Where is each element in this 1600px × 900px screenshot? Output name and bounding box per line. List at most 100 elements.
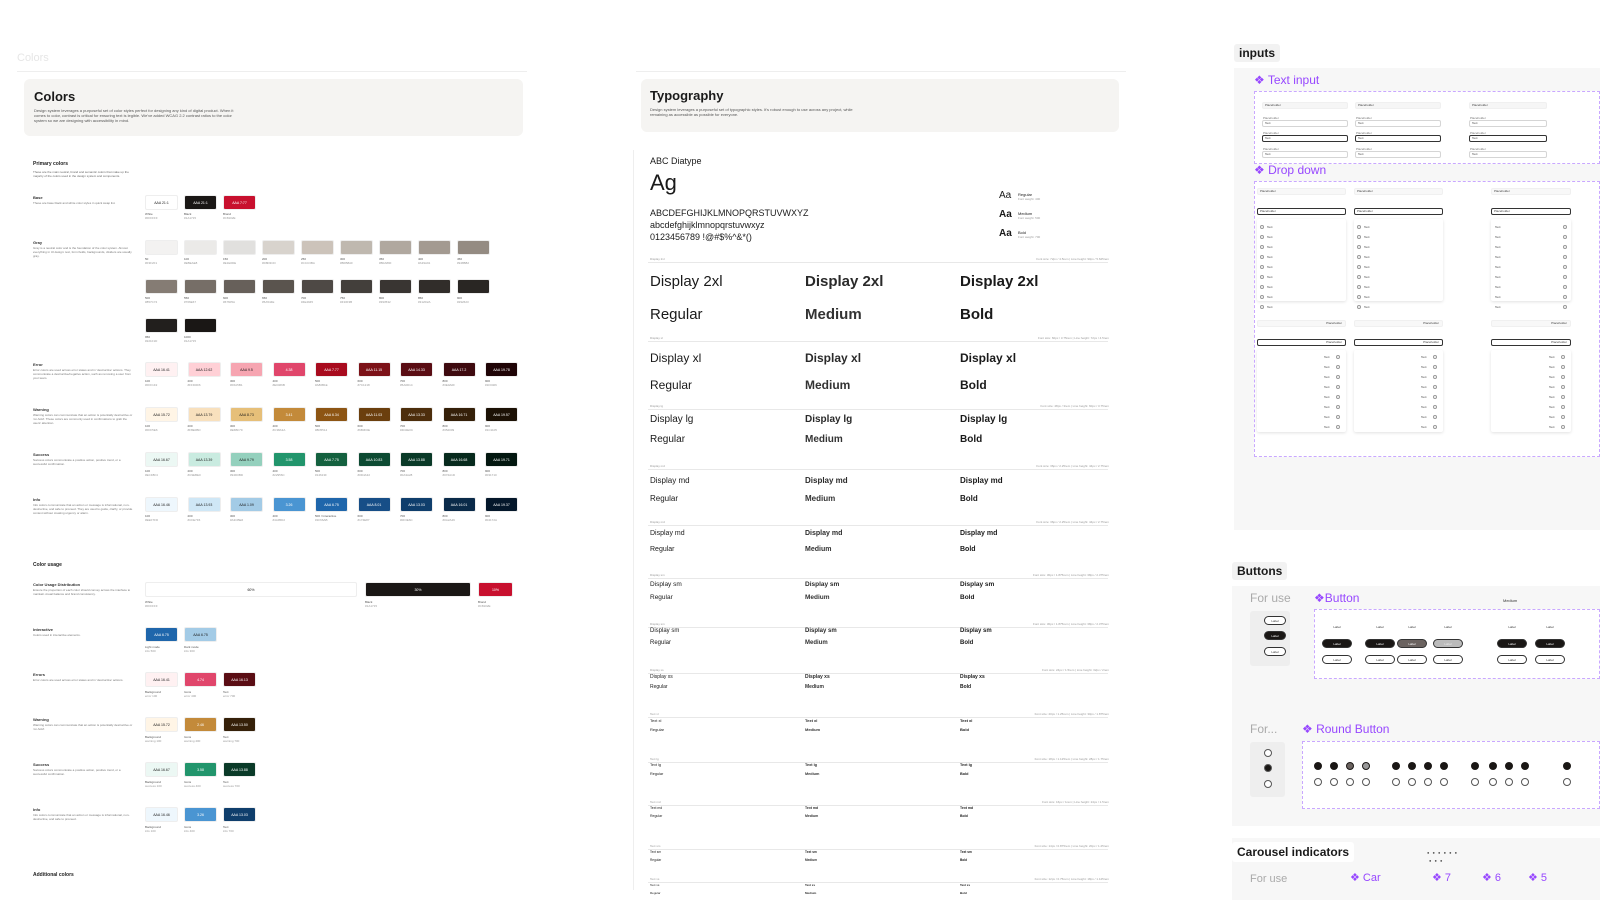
round-button-sample[interactable]	[1505, 746, 1513, 754]
text-input[interactable]: Text	[1262, 151, 1348, 158]
dropdown-select[interactable]: Placeholder	[1257, 339, 1346, 346]
button-sample[interactable]: Label	[1497, 655, 1527, 664]
round-button-sample[interactable]	[1362, 778, 1370, 786]
round-button-sample[interactable]	[1330, 746, 1338, 754]
dropdown-option[interactable]: Text	[1495, 305, 1501, 309]
text-input[interactable]: Text	[1469, 135, 1547, 142]
dropdown-option[interactable]: Text	[1267, 285, 1273, 289]
radio-icon[interactable]	[1336, 355, 1340, 359]
radio-icon[interactable]	[1563, 255, 1567, 259]
dropdown-option[interactable]: Text	[1364, 285, 1370, 289]
radio-icon[interactable]	[1357, 245, 1361, 249]
radio-icon[interactable]	[1433, 365, 1437, 369]
dropdown-option[interactable]: Text	[1267, 275, 1273, 279]
button-sample[interactable]: Label	[1365, 655, 1395, 664]
dropdown-option[interactable]: Text	[1267, 255, 1273, 259]
button-sample[interactable]: Label	[1497, 622, 1527, 631]
dropdown-option[interactable]: Text	[1549, 375, 1555, 379]
radio-icon[interactable]	[1433, 415, 1437, 419]
round-button-sample[interactable]	[1330, 778, 1338, 786]
dropdown-option[interactable]: Text	[1495, 225, 1501, 229]
round-button-sample[interactable]	[1314, 778, 1322, 786]
round-button-sample[interactable]	[1424, 762, 1432, 770]
dropdown-option[interactable]: Text	[1364, 235, 1370, 239]
round-button-sample[interactable]	[1424, 778, 1432, 786]
button-sample[interactable]: Label	[1397, 622, 1427, 631]
round-button-sample[interactable]	[1314, 746, 1322, 754]
dropdown-option[interactable]: Text	[1549, 395, 1555, 399]
text-input[interactable]: Text	[1355, 151, 1441, 158]
dropdown-select[interactable]: Placeholder	[1257, 320, 1346, 327]
dropdown-option[interactable]: Text	[1421, 355, 1427, 359]
text-input[interactable]: Text	[1355, 135, 1441, 142]
dropdown-select[interactable]: Placeholder	[1354, 188, 1443, 195]
button-sample[interactable]: Label	[1322, 655, 1352, 664]
round-button-sample[interactable]	[1408, 762, 1416, 770]
dropdown-select[interactable]: Placeholder	[1354, 339, 1443, 346]
round-button-sample[interactable]	[1392, 746, 1400, 754]
dropdown-select[interactable]: Placeholder	[1354, 320, 1443, 327]
round-button-sample[interactable]	[1505, 762, 1513, 770]
button-sample[interactable]: Label	[1264, 631, 1286, 640]
round-button-sample[interactable]	[1362, 762, 1370, 770]
button-sample[interactable]: Label	[1535, 622, 1565, 631]
radio-icon[interactable]	[1433, 425, 1437, 429]
dropdown-option[interactable]: Text	[1267, 295, 1273, 299]
round-button-sample[interactable]	[1440, 778, 1448, 786]
dropdown-option[interactable]: Text	[1495, 285, 1501, 289]
dropdown-option[interactable]: Text	[1364, 265, 1370, 269]
button-sample[interactable]: Label	[1433, 622, 1463, 631]
dropdown-option[interactable]: Text	[1364, 225, 1370, 229]
dropdown-select[interactable]: Placeholder	[1257, 188, 1346, 195]
radio-icon[interactable]	[1260, 235, 1264, 239]
radio-icon[interactable]	[1563, 285, 1567, 289]
round-button-sample[interactable]	[1440, 762, 1448, 770]
round-button-sample[interactable]	[1471, 746, 1479, 754]
radio-icon[interactable]	[1260, 305, 1264, 309]
button-sample[interactable]: Label	[1535, 639, 1565, 648]
dropdown-option[interactable]: Text	[1324, 385, 1330, 389]
radio-icon[interactable]	[1433, 395, 1437, 399]
radio-icon[interactable]	[1336, 385, 1340, 389]
round-button-sample[interactable]	[1264, 764, 1272, 772]
round-button-sample[interactable]	[1521, 762, 1529, 770]
radio-icon[interactable]	[1563, 245, 1567, 249]
dropdown-option[interactable]: Text	[1324, 425, 1330, 429]
radio-icon[interactable]	[1563, 235, 1567, 239]
round-button-sample[interactable]	[1346, 762, 1354, 770]
dropdown-option[interactable]: Text	[1421, 405, 1427, 409]
radio-icon[interactable]	[1336, 425, 1340, 429]
dropdown-option[interactable]: Text	[1421, 375, 1427, 379]
radio-icon[interactable]	[1357, 255, 1361, 259]
dropdown-option[interactable]: Text	[1267, 235, 1273, 239]
radio-icon[interactable]	[1561, 365, 1565, 369]
radio-icon[interactable]	[1260, 245, 1264, 249]
dropdown-option[interactable]: Text	[1324, 355, 1330, 359]
radio-icon[interactable]	[1357, 265, 1361, 269]
dropdown-option[interactable]: Text	[1364, 295, 1370, 299]
text-input[interactable]: Placeholder	[1262, 102, 1348, 109]
text-input[interactable]: Text	[1355, 120, 1441, 127]
dropdown-option[interactable]: Text	[1267, 225, 1273, 229]
round-button-sample[interactable]	[1505, 778, 1513, 786]
dropdown-select[interactable]: Placeholder	[1354, 208, 1443, 215]
radio-icon[interactable]	[1260, 275, 1264, 279]
round-button-sample[interactable]	[1489, 746, 1497, 754]
dropdown-option[interactable]: Text	[1267, 305, 1273, 309]
button-sample[interactable]: Label	[1322, 639, 1352, 648]
radio-icon[interactable]	[1561, 375, 1565, 379]
dropdown-option[interactable]: Text	[1495, 275, 1501, 279]
round-button-sample[interactable]	[1392, 778, 1400, 786]
round-button-sample[interactable]	[1392, 762, 1400, 770]
dropdown-option[interactable]: Text	[1495, 245, 1501, 249]
round-button-sample[interactable]	[1489, 778, 1497, 786]
round-button-sample[interactable]	[1489, 762, 1497, 770]
radio-icon[interactable]	[1433, 355, 1437, 359]
dropdown-option[interactable]: Text	[1267, 245, 1273, 249]
dropdown-select[interactable]: Placeholder	[1491, 188, 1571, 195]
text-input[interactable]: Text	[1262, 120, 1348, 127]
radio-icon[interactable]	[1357, 305, 1361, 309]
dropdown-option[interactable]: Text	[1495, 265, 1501, 269]
radio-icon[interactable]	[1561, 425, 1565, 429]
dropdown-option[interactable]: Text	[1421, 425, 1427, 429]
